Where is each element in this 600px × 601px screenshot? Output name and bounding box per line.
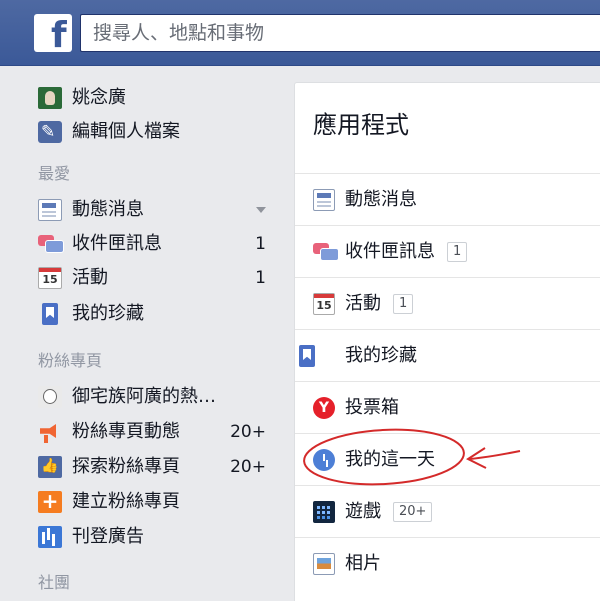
calendar-icon: 15 — [313, 293, 335, 315]
app-label-text: 遊戲 — [345, 501, 381, 522]
search-placeholder: 搜尋人、地點和事物 — [93, 22, 265, 44]
create-page-icon — [38, 489, 62, 513]
top-navigation-bar: f 搜尋人、地點和事物 — [0, 0, 600, 66]
sidebar-item-create-page[interactable]: 建立粉絲專頁 — [38, 488, 278, 516]
chevron-down-icon[interactable] — [256, 207, 266, 213]
count-badge: 1 — [447, 242, 468, 262]
app-row-games[interactable]: 遊戲 20+ — [295, 485, 600, 537]
sidebar-item-label: 我的珍藏 — [72, 303, 144, 324]
page-title: 應用程式 — [313, 111, 409, 139]
app-label: 我的這一天 — [345, 447, 435, 473]
games-icon — [313, 501, 335, 523]
sidebar-item-label: 探索粉絲專頁 — [72, 456, 180, 477]
count-badge: 20+ — [393, 502, 433, 522]
sidebar-item-saved[interactable]: 我的珍藏 — [38, 300, 278, 328]
app-label: 遊戲 20+ — [345, 499, 433, 525]
on-this-day-clock-icon — [313, 449, 335, 471]
app-label-text: 活動 — [345, 293, 381, 314]
calendar-day: 15 — [42, 273, 58, 286]
sidebar-item-events[interactable]: 15 活動 1 — [38, 264, 278, 292]
app-label-text: 相片 — [345, 553, 381, 574]
left-sidebar: 姚念廣 編輯個人檔案 最愛 動態消息 收件匣訊息 1 15 活動 1 我的珍藏 … — [0, 66, 292, 600]
logo-letter: f — [51, 15, 67, 53]
thumbs-up-icon — [38, 456, 62, 478]
app-row-news-feed[interactable]: 動態消息 — [295, 173, 600, 225]
messages-icon — [313, 241, 339, 263]
profile-avatar-icon — [38, 87, 62, 109]
favorites-heading: 最愛 — [38, 164, 71, 183]
facebook-logo-icon[interactable]: f — [34, 14, 72, 52]
app-label: 投票箱 — [345, 395, 399, 421]
groups-heading: 社團 — [38, 573, 71, 592]
sidebar-item-label: 粉絲專頁動態 — [72, 421, 180, 442]
pages-feed-count: 20+ — [230, 422, 266, 442]
app-row-messages[interactable]: 收件匣訊息 1 — [295, 225, 600, 277]
news-feed-icon — [38, 199, 62, 221]
app-label-text: 我的這一天 — [345, 449, 435, 470]
app-row-events[interactable]: 15 活動 1 — [295, 277, 600, 329]
sidebar-item-edit-profile[interactable]: 編輯個人檔案 — [38, 118, 278, 146]
messages-icon — [38, 233, 64, 255]
megaphone-icon — [38, 421, 62, 443]
app-label-text: 收件匣訊息 — [345, 241, 435, 262]
sidebar-item-news-feed[interactable]: 動態消息 — [38, 196, 278, 224]
calendar-icon: 15 — [38, 267, 62, 289]
calendar-day: 15 — [316, 299, 332, 312]
app-row-photos[interactable]: 相片 — [295, 537, 600, 589]
discover-pages-count: 20+ — [230, 457, 266, 477]
sidebar-item-discover-pages[interactable]: 探索粉絲專頁 20+ — [38, 453, 278, 481]
edit-profile-label: 編輯個人檔案 — [72, 121, 180, 142]
page-avatar-icon — [38, 386, 62, 408]
saved-bookmark-icon — [42, 303, 58, 325]
sidebar-item-messages[interactable]: 收件匣訊息 1 — [38, 230, 278, 258]
sidebar-item-pages-feed[interactable]: 粉絲專頁動態 20+ — [38, 418, 278, 446]
ads-chart-icon — [38, 526, 62, 548]
app-label: 收件匣訊息 1 — [345, 239, 468, 265]
apps-panel: 應用程式 動態消息 收件匣訊息 1 15 活動 1 我的珍藏 投票箱 我的這一天 遊… — [294, 82, 600, 601]
app-row-poll[interactable]: 投票箱 — [295, 381, 600, 433]
sidebar-item-create-ad[interactable]: 刊登廣告 — [38, 523, 278, 551]
app-label-text: 我的珍藏 — [345, 345, 417, 366]
sidebar-item-label: 御宅族阿廣的熱… — [72, 386, 216, 407]
edit-pencil-icon — [38, 121, 62, 143]
sidebar-item-label: 活動 — [72, 267, 108, 288]
app-label: 我的珍藏 — [345, 343, 417, 369]
sidebar-item-page[interactable]: 御宅族阿廣的熱… — [38, 383, 278, 411]
app-label: 動態消息 — [345, 187, 417, 213]
photos-icon — [313, 553, 335, 575]
app-row-on-this-day[interactable]: 我的這一天 — [295, 433, 600, 485]
sidebar-item-profile[interactable]: 姚念廣 — [38, 84, 278, 112]
profile-name: 姚念廣 — [72, 87, 126, 108]
sidebar-item-label: 動態消息 — [72, 199, 144, 220]
search-input[interactable]: 搜尋人、地點和事物 — [80, 14, 600, 52]
events-count: 1 — [255, 268, 266, 288]
pages-heading: 粉絲專頁 — [38, 351, 103, 370]
messages-count: 1 — [255, 234, 266, 254]
sidebar-item-label: 收件匣訊息 — [72, 233, 162, 254]
app-label: 相片 — [345, 551, 381, 577]
app-label-text: 動態消息 — [345, 189, 417, 210]
count-badge: 1 — [393, 294, 414, 314]
app-row-saved[interactable]: 我的珍藏 — [295, 329, 600, 381]
news-feed-icon — [313, 189, 335, 211]
sidebar-item-label: 刊登廣告 — [72, 526, 144, 547]
sidebar-item-label: 建立粉絲專頁 — [72, 491, 180, 512]
app-label-text: 投票箱 — [345, 397, 399, 418]
poll-icon — [313, 397, 335, 419]
saved-bookmark-icon — [299, 345, 315, 367]
app-label: 活動 1 — [345, 291, 414, 317]
